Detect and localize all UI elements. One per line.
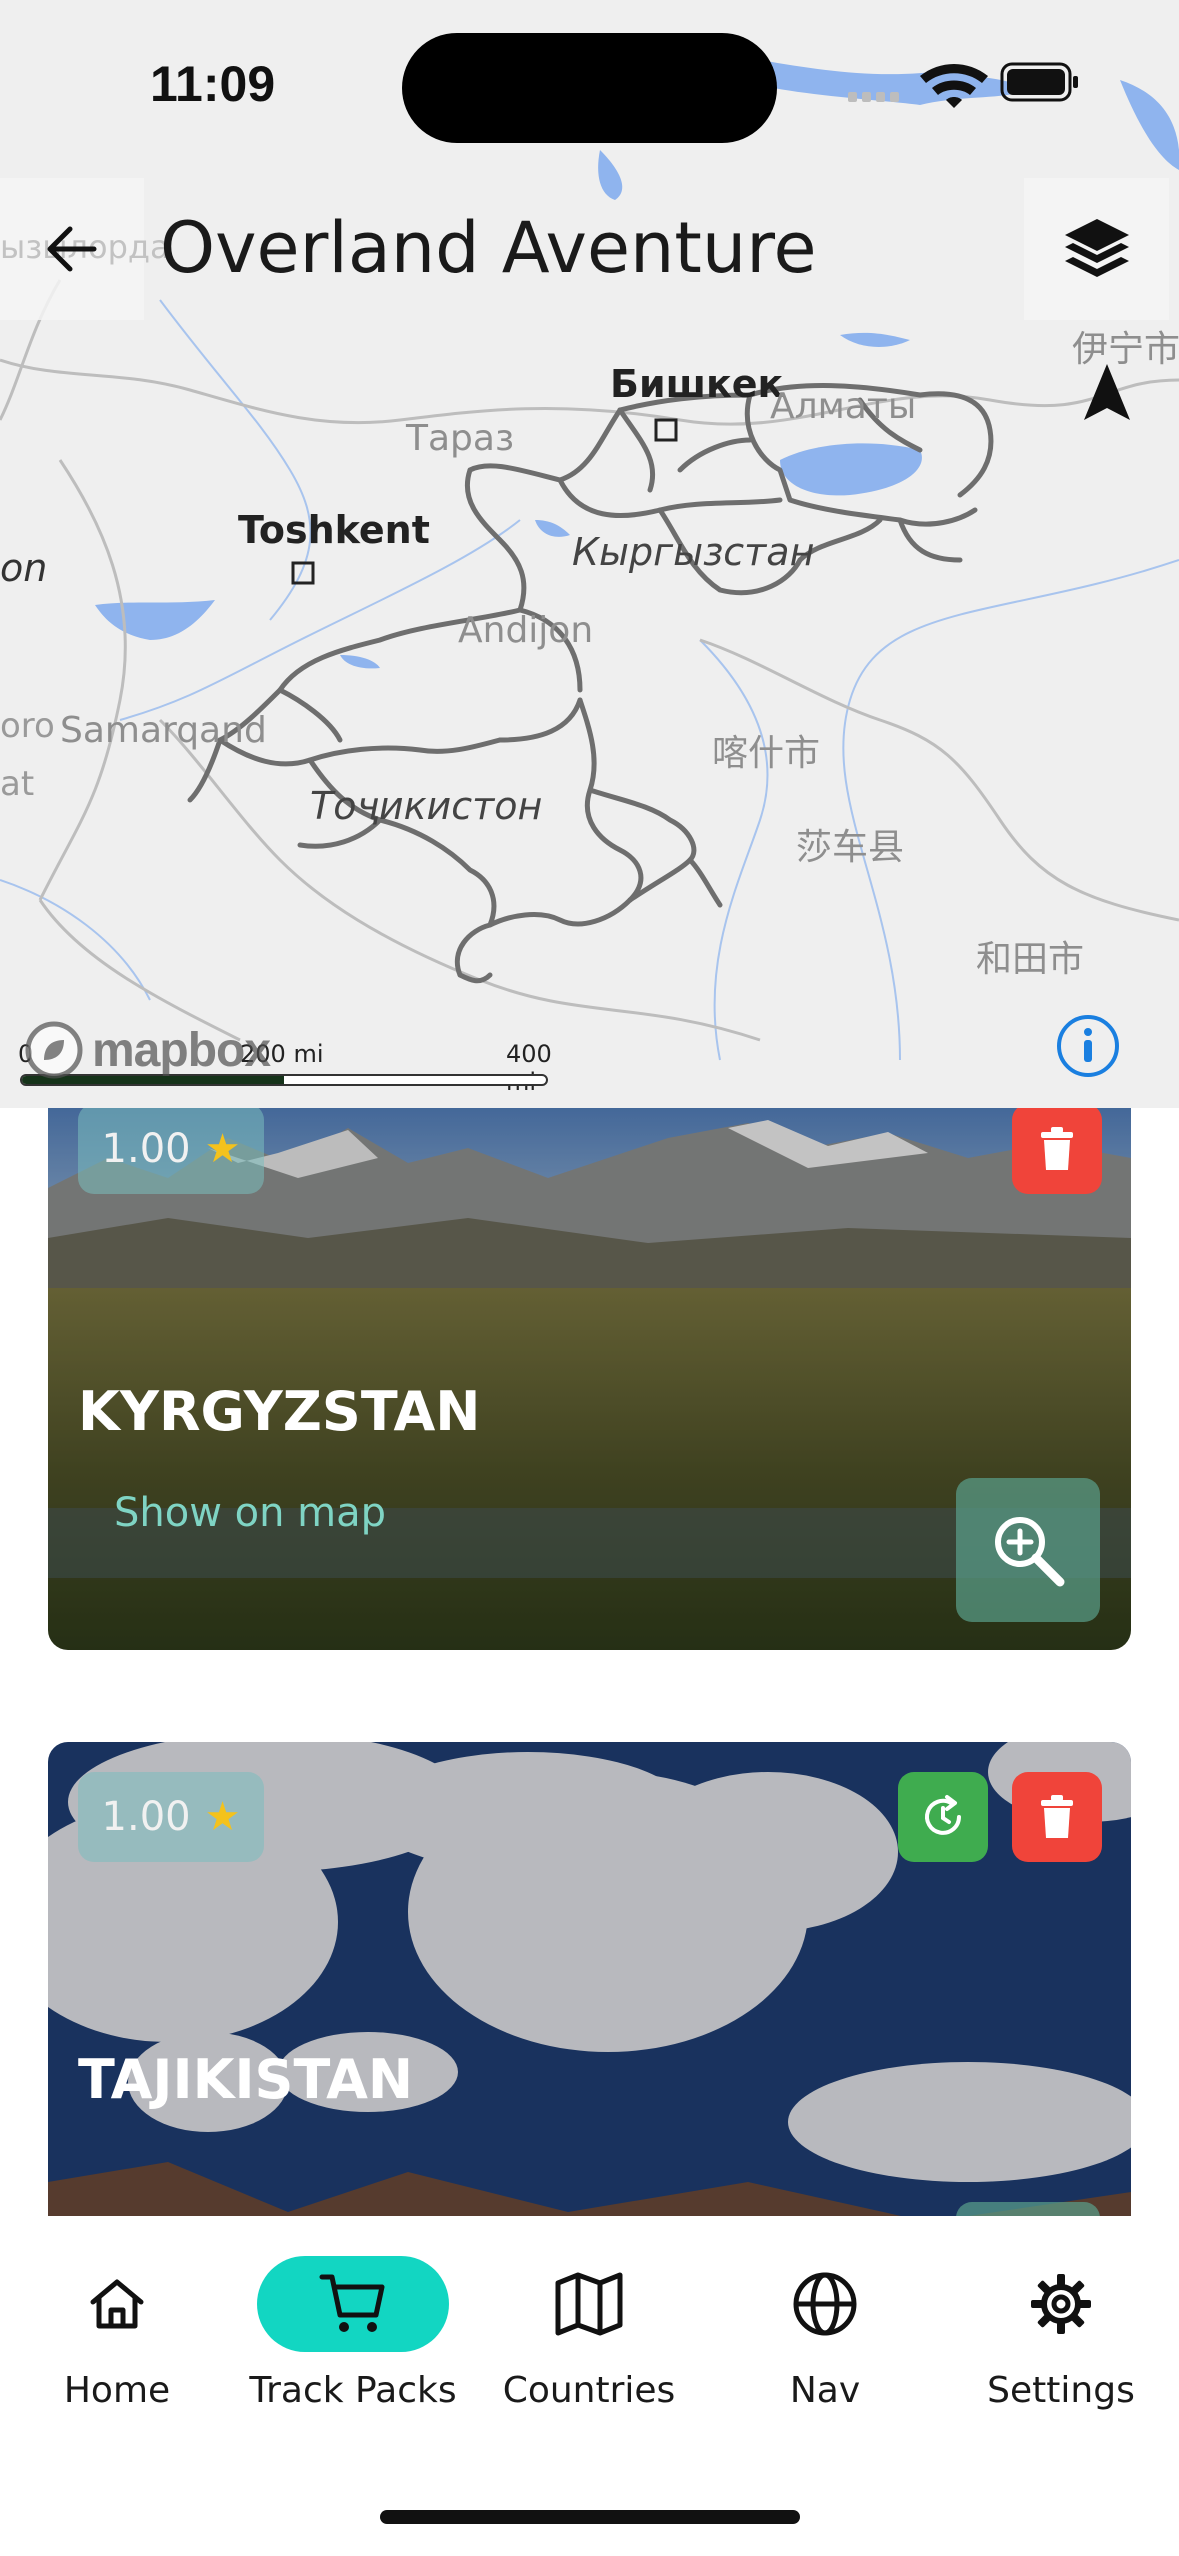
status-time: 11:09 bbox=[150, 56, 276, 112]
map-label-shache: 莎车县 bbox=[796, 827, 905, 868]
compass-arrow-icon[interactable] bbox=[1082, 362, 1132, 422]
map-label-bishkek: Бишкек bbox=[610, 362, 784, 406]
info-icon[interactable] bbox=[1055, 1013, 1121, 1079]
nav-icon-container bbox=[965, 2256, 1157, 2352]
nav-icon-container bbox=[21, 2256, 213, 2352]
nav-label-track-packs: Track Packs bbox=[249, 2370, 457, 2411]
map-label-samarqand: Samarqand bbox=[60, 710, 267, 751]
nav-item-nav[interactable]: Nav bbox=[710, 2256, 940, 2426]
layers-icon bbox=[1064, 219, 1129, 277]
page-title: Overland Aventure bbox=[160, 207, 817, 289]
track-pack-card-kyrgyzstan[interactable]: 1.00 ★ KYRGYZSTAN Show on map bbox=[48, 1108, 1131, 1650]
zoom-to-map-button[interactable] bbox=[956, 2202, 1100, 2216]
wifi-icon bbox=[920, 64, 988, 108]
map-icon bbox=[555, 2272, 623, 2336]
refresh-clock-icon bbox=[925, 1795, 961, 1835]
nav-icon-container bbox=[729, 2256, 921, 2352]
nav-icon-container bbox=[493, 2256, 685, 2352]
nav-item-countries[interactable]: Countries bbox=[474, 2256, 704, 2426]
card-title: KYRGYZSTAN bbox=[78, 1380, 481, 1443]
signal-icon bbox=[848, 92, 899, 102]
map-label-taraz: Тараз bbox=[406, 418, 515, 459]
show-on-map-link[interactable]: Show on map bbox=[114, 1490, 386, 1536]
map-label-hotan: 和田市 bbox=[976, 939, 1085, 980]
arrow-left-icon bbox=[47, 226, 97, 272]
delete-button[interactable] bbox=[1012, 1772, 1102, 1862]
nav-label-settings: Settings bbox=[987, 2370, 1135, 2411]
mapbox-wordmark: mapbox bbox=[92, 1023, 271, 1077]
delete-button[interactable] bbox=[1012, 1108, 1102, 1194]
gear-icon bbox=[1031, 2274, 1091, 2334]
back-button[interactable]: ызылорда bbox=[0, 178, 170, 320]
dynamic-island bbox=[402, 33, 777, 143]
star-icon: ★ bbox=[204, 1127, 241, 1171]
nav-label-nav: Nav bbox=[789, 2370, 861, 2411]
map-label-almaty: Алматы bbox=[770, 386, 917, 427]
mapbox-logo[interactable]: mapbox bbox=[24, 1020, 271, 1080]
rating-value: 1.00 bbox=[101, 1794, 191, 1840]
zoom-in-icon bbox=[995, 1517, 1065, 1587]
map-label-kashgar: 喀什市 bbox=[712, 733, 821, 774]
map-view[interactable]: Бишкек Алматы Тараз Toshkent Кыргызстан … bbox=[0, 0, 1179, 1108]
track-pack-card-tajikistan[interactable]: 1.00 ★ TAJIKISTAN bbox=[48, 1742, 1131, 2216]
rating-badge: 1.00 ★ bbox=[78, 1772, 264, 1862]
map-label-andijon: Andijon bbox=[458, 610, 594, 651]
battery-icon bbox=[1000, 62, 1078, 102]
map-label-toshkent: Toshkent bbox=[238, 508, 430, 552]
nav-icon-container-active bbox=[257, 2256, 449, 2352]
update-button[interactable] bbox=[898, 1772, 988, 1862]
card-title: TAJIKISTAN bbox=[78, 2048, 414, 2111]
bottom-navigation: Home Track Packs Countries Nav Settings bbox=[0, 2216, 1179, 2556]
trash-icon bbox=[1041, 1127, 1073, 1170]
nav-label-countries: Countries bbox=[502, 2370, 676, 2411]
home-indicator[interactable] bbox=[380, 2510, 800, 2524]
scale-label-max: 400 mi bbox=[506, 1040, 552, 1096]
status-icons bbox=[848, 62, 1078, 108]
star-icon: ★ bbox=[204, 1795, 241, 1839]
map-label-kyrgyzstan: Кыргызстан bbox=[572, 530, 815, 574]
rating-value: 1.00 bbox=[101, 1126, 191, 1172]
zoom-to-map-button[interactable] bbox=[956, 1478, 1100, 1622]
cart-icon bbox=[319, 2274, 385, 2332]
mapbox-mark-icon bbox=[25, 1021, 83, 1079]
nav-item-settings[interactable]: Settings bbox=[946, 2256, 1176, 2426]
trash-icon bbox=[1041, 1795, 1073, 1838]
rating-badge: 1.00 ★ bbox=[78, 1108, 264, 1194]
globe-icon bbox=[793, 2272, 857, 2336]
nav-item-home[interactable]: Home bbox=[2, 2256, 232, 2426]
home-icon bbox=[90, 2279, 144, 2329]
map-label-tojikiston: Тоҷикистон bbox=[310, 784, 543, 828]
nav-item-track-packs[interactable]: Track Packs bbox=[238, 2256, 468, 2426]
map-label-edge-at: at bbox=[0, 764, 35, 804]
map-label-edge-on: on bbox=[0, 546, 48, 590]
map-label-edge-oro: oro bbox=[0, 706, 55, 746]
nav-label-home: Home bbox=[63, 2370, 171, 2411]
map-layers-button[interactable] bbox=[1024, 178, 1169, 320]
track-pack-list[interactable]: 1.00 ★ KYRGYZSTAN Show on map 1.00 ★ TAJ… bbox=[0, 1108, 1179, 2216]
